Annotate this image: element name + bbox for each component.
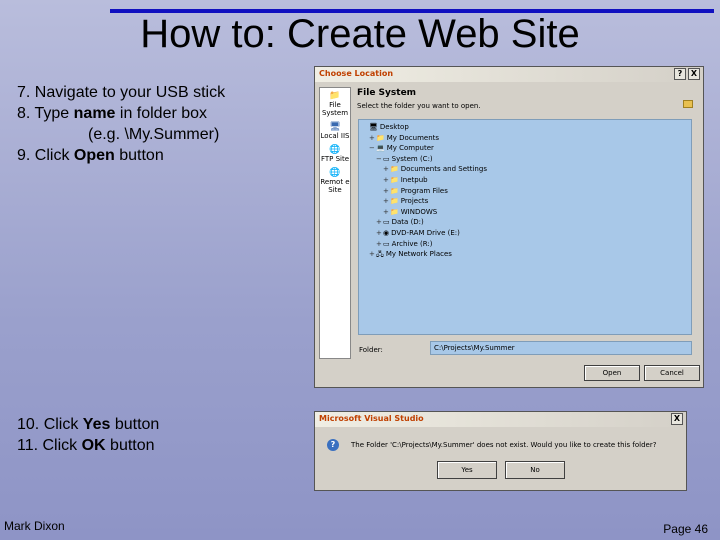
folder-icon: 📁 (390, 186, 399, 195)
tree-item-label: Data (D:) (391, 218, 424, 227)
globe-icon: 🌐 (329, 145, 341, 155)
tree-item[interactable]: −▭ System (C:) (362, 154, 688, 165)
tree-item[interactable]: +🖧 My Network Places (362, 249, 688, 260)
expander-icon[interactable]: + (383, 175, 390, 186)
folder-icon: 📁 (390, 207, 399, 216)
tree-item[interactable]: +📁 My Documents (362, 133, 688, 144)
choose-location-dialog: Choose Location ? X 📁 File System 🖥 Loca… (314, 66, 704, 388)
folder-icon: 📁 (390, 197, 399, 206)
disc-icon: ◉ (383, 228, 390, 237)
tree-item[interactable]: +◉ DVD-RAM Drive (E:) (362, 228, 688, 239)
tree-item-label: Inetpub (400, 175, 428, 184)
expander-icon[interactable]: + (369, 133, 376, 144)
tree-item-label: Desktop (379, 123, 409, 131)
cancel-button[interactable]: Cancel (644, 365, 700, 381)
step-9: 9. Click Open button (17, 147, 164, 164)
sidebar-item-local-iis[interactable]: 🖥 Local IIS (320, 122, 350, 141)
new-folder-icon[interactable] (683, 100, 693, 108)
drive-icon: ▭ (383, 154, 390, 163)
expander-icon[interactable]: + (376, 228, 383, 239)
folder-icon: 📁 (329, 91, 341, 101)
dialog-titlebar: Microsoft Visual Studio X (315, 412, 686, 427)
tree-item[interactable]: +▭ Archive (R:) (362, 239, 688, 250)
yes-button[interactable]: Yes (437, 461, 497, 479)
question-icon: ? (327, 439, 339, 451)
folder-label: Folder: (359, 346, 383, 354)
folder-icon: 📁 (390, 175, 399, 184)
expander-icon[interactable]: + (383, 196, 390, 207)
close-button[interactable]: X (671, 413, 683, 425)
dialog-titlebar: Choose Location ? X (315, 67, 703, 82)
page-number: Page 46 (663, 522, 708, 536)
tree-item[interactable]: +📁 Documents and Settings (362, 164, 688, 175)
create-folder-dialog: Microsoft Visual Studio X ? The Folder '… (314, 411, 687, 491)
tree-item[interactable]: −💻 My Computer (362, 143, 688, 154)
tree-item-label: Projects (400, 197, 429, 206)
expander-icon[interactable]: + (383, 186, 390, 197)
open-button[interactable]: Open (584, 365, 640, 381)
step-8: 8. Type name in folder box (17, 105, 208, 122)
sidebar-item-ftp-site[interactable]: 🌐 FTP Site (320, 145, 350, 164)
location-sidebar: 📁 File System 🖥 Local IIS 🌐 FTP Site 🌐 R… (319, 87, 351, 359)
dialog-title: Microsoft Visual Studio (319, 414, 424, 423)
sidebar-item-file-system[interactable]: 📁 File System (320, 91, 350, 118)
panel-subheader: Select the folder you want to open. (357, 102, 481, 110)
drive-icon: ▭ (383, 218, 390, 227)
tree-item[interactable]: +▭ Data (D:) (362, 217, 688, 228)
step-8-example: (e.g. \My.Summer) (88, 126, 220, 143)
tree-item[interactable]: 🖥 Desktop (362, 122, 688, 133)
tree-item-label: My Network Places (385, 250, 452, 259)
folder-icon: 📁 (390, 165, 399, 174)
help-button[interactable]: ? (674, 68, 686, 80)
expander-icon[interactable]: − (369, 143, 376, 154)
globe-icon: 🌐 (329, 168, 341, 178)
tree-item-label: DVD-RAM Drive (E:) (391, 228, 460, 237)
step-7: 7. Navigate to your USB stick (17, 84, 226, 101)
no-button[interactable]: No (505, 461, 565, 479)
instructions-part-two: 10. Click Yes button 11. Click OK button (17, 414, 307, 456)
tree-item-label: Archive (R:) (391, 239, 433, 248)
folder-icon: 📁 (376, 133, 385, 142)
tree-item[interactable]: +📁 Projects (362, 196, 688, 207)
tree-item-label: Documents and Settings (400, 165, 487, 174)
folder-input[interactable]: C:\Projects\My.Summer (430, 341, 692, 355)
computer-icon: 🖥 (329, 122, 341, 132)
expander-icon[interactable]: + (383, 207, 390, 218)
tree-item-label: Program Files (400, 186, 448, 195)
tree-item[interactable]: +📁 Program Files (362, 186, 688, 197)
desktop-icon: 🖥 (369, 123, 378, 131)
step-11: 11. Click OK button (17, 437, 155, 454)
network-icon: 🖧 (376, 250, 384, 259)
author-footer: Mark Dixon (4, 519, 65, 533)
sidebar-item-remote-site[interactable]: 🌐 Remot e Site (320, 168, 350, 195)
folder-tree[interactable]: 🖥 Desktop +📁 My Documents −💻 My Computer −▭ Sys… (358, 119, 692, 335)
tree-item[interactable]: +📁 WINDOWS (362, 207, 688, 218)
expander-icon[interactable]: + (383, 164, 390, 175)
slide-title: How to: Create Web Site (140, 12, 580, 56)
tree-item-label: System (C:) (391, 154, 433, 163)
tree-item[interactable]: +📁 Inetpub (362, 175, 688, 186)
instructions-part-one: 7. Navigate to your USB stick 8. Type na… (17, 82, 307, 166)
tree-item-label: My Documents (386, 133, 440, 142)
dialog-message: The Folder 'C:\Projects\My.Summer' does … (351, 441, 657, 449)
tree-item-label: WINDOWS (400, 207, 438, 216)
computer-icon: 💻 (376, 144, 385, 153)
expander-icon[interactable]: + (376, 217, 383, 228)
drive-icon: ▭ (383, 239, 390, 248)
close-button[interactable]: X (688, 68, 700, 80)
tree-item-label: My Computer (386, 144, 434, 153)
panel-header: File System (357, 88, 417, 98)
expander-icon[interactable]: + (369, 249, 376, 260)
dialog-title: Choose Location (319, 69, 394, 78)
expander-icon[interactable]: − (376, 154, 383, 165)
expander-icon[interactable]: + (376, 239, 383, 250)
step-10: 10. Click Yes button (17, 416, 160, 433)
